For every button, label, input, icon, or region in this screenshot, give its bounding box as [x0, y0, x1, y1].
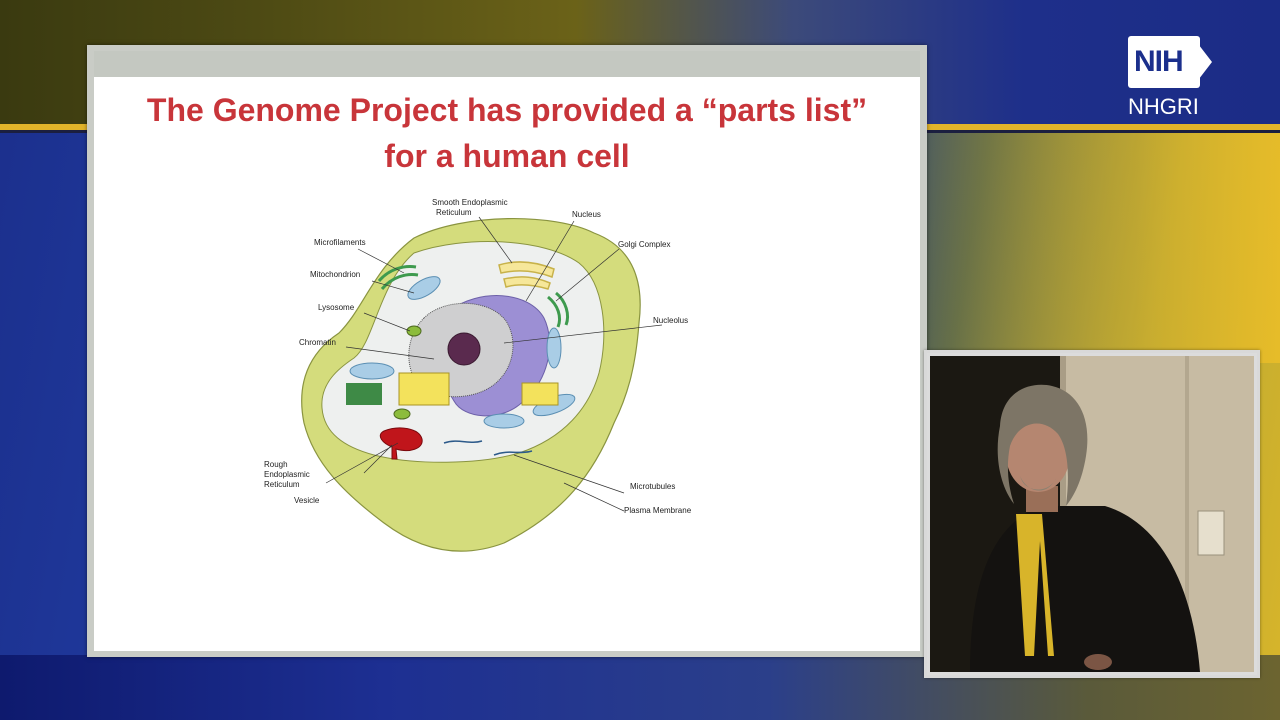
label-chromatin: Chromatin	[299, 338, 336, 347]
nih-logo-box: NIH	[1128, 36, 1200, 88]
presentation-slide: The Genome Project has provided a “parts…	[87, 45, 927, 657]
label-mitochondrion: Mitochondrion	[310, 270, 360, 279]
speaker-video-icon	[930, 356, 1254, 672]
label-microfilaments: Microfilaments	[314, 238, 366, 247]
label-rough-er-3: Reticulum	[264, 480, 300, 489]
label-vesicle: Vesicle	[294, 496, 320, 505]
background-right-glow	[920, 133, 1280, 363]
label-rough-er-1: Rough	[264, 460, 288, 469]
label-lysosome: Lysosome	[318, 303, 355, 312]
label-nucleus: Nucleus	[572, 210, 601, 219]
label-plasma-membrane: Plasma Membrane	[624, 506, 692, 515]
nih-nhgri-logo: NIH NHGRI	[1126, 36, 1216, 122]
rough-er-block	[398, 372, 450, 406]
label-golgi: Golgi Complex	[618, 240, 670, 249]
green-er	[346, 383, 382, 405]
speaker-video-feed	[930, 356, 1254, 672]
slide-header-bar	[94, 51, 920, 77]
label-nucleolus: Nucleolus	[653, 316, 688, 325]
slide-content: The Genome Project has provided a “parts…	[94, 51, 920, 651]
label-smooth-er-1: Smooth Endoplasmic	[432, 198, 508, 207]
slide-title: The Genome Project has provided a “parts…	[114, 87, 900, 179]
small-vesicle	[393, 408, 411, 420]
label-rough-er-2: Endoplasmic	[264, 470, 310, 479]
nhgri-logo-text: NHGRI	[1128, 94, 1199, 119]
speaker-video-frame	[924, 350, 1260, 678]
label-smooth-er-2: Reticulum	[436, 208, 472, 217]
nih-logo-mark: NIH	[1134, 45, 1184, 78]
nucleolus	[447, 332, 481, 366]
label-microtubules: Microtubules	[630, 482, 675, 491]
cell-diagram: Smooth Endoplasmic Reticulum Nucleus Gol…	[264, 198, 692, 552]
slide-title-line-1: The Genome Project has provided a “parts…	[146, 92, 868, 128]
slide-title-line-2: for a human cell	[384, 138, 630, 174]
rough-er-block-right	[521, 382, 559, 406]
nih-logo-arrow-icon	[1192, 36, 1212, 88]
